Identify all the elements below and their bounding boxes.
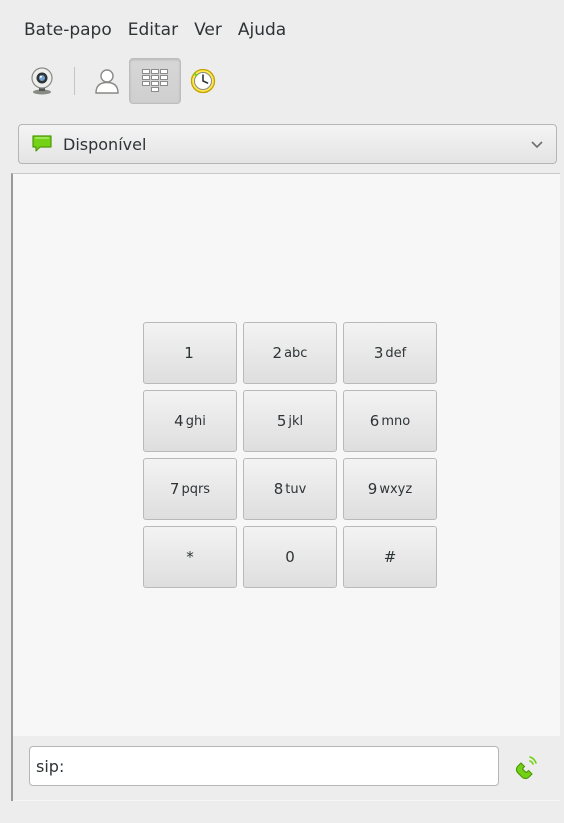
history-icon	[190, 68, 216, 94]
contacts-icon	[95, 69, 119, 94]
menu-bate-papo[interactable]: Bate-papo	[16, 20, 120, 40]
history-button[interactable]	[181, 58, 225, 104]
menu-editar[interactable]: Editar	[120, 20, 186, 40]
key-2[interactable]: 2 abc	[243, 322, 337, 384]
key-star[interactable]: *	[143, 526, 237, 588]
dialpad-grid: 1 2 abc 3 def 4 ghi 5 jkl 6 mno 7 pqrs 8 tuv 9w…	[143, 322, 437, 588]
key-0[interactable]: 0	[243, 526, 337, 588]
menu-ajuda[interactable]: Ajuda	[230, 20, 294, 40]
call-button[interactable]	[509, 748, 545, 784]
webcam-icon	[31, 67, 53, 95]
key-8[interactable]: 8 tuv	[243, 458, 337, 520]
menu-bar: Bate-papo Editar Ver Ajuda	[0, 0, 564, 52]
contacts-button[interactable]	[85, 58, 129, 104]
toolbar-separator	[74, 67, 75, 95]
toolbar	[20, 55, 225, 107]
available-status-icon	[32, 135, 52, 152]
key-7[interactable]: 7 pqrs	[143, 458, 237, 520]
presence-status-label: Disponível	[63, 134, 147, 154]
dialpad-button[interactable]	[129, 58, 181, 104]
chevron-down-icon	[531, 141, 543, 149]
status-bar	[0, 801, 564, 823]
dialpad-icon	[142, 69, 168, 92]
dialpad-pane: 1 2 abc 3 def 4 ghi 5 jkl 6 mno 7 pqrs 8 tuv 9w…	[11, 173, 560, 801]
webcam-button[interactable]	[20, 58, 64, 104]
key-9[interactable]: 9 wxyz	[343, 458, 437, 520]
key-1[interactable]: 1	[143, 322, 237, 384]
sip-address-input[interactable]	[29, 746, 499, 786]
key-4[interactable]: 4 ghi	[143, 390, 237, 452]
key-6[interactable]: 6 mno	[343, 390, 437, 452]
menu-ver[interactable]: Ver	[186, 20, 230, 40]
phone-call-icon	[515, 756, 537, 780]
key-5[interactable]: 5 jkl	[243, 390, 337, 452]
presence-selector[interactable]: Disponível	[18, 124, 557, 164]
key-hash[interactable]: #	[343, 526, 437, 588]
key-3[interactable]: 3 def	[343, 322, 437, 384]
sip-entry-bar	[13, 736, 560, 800]
